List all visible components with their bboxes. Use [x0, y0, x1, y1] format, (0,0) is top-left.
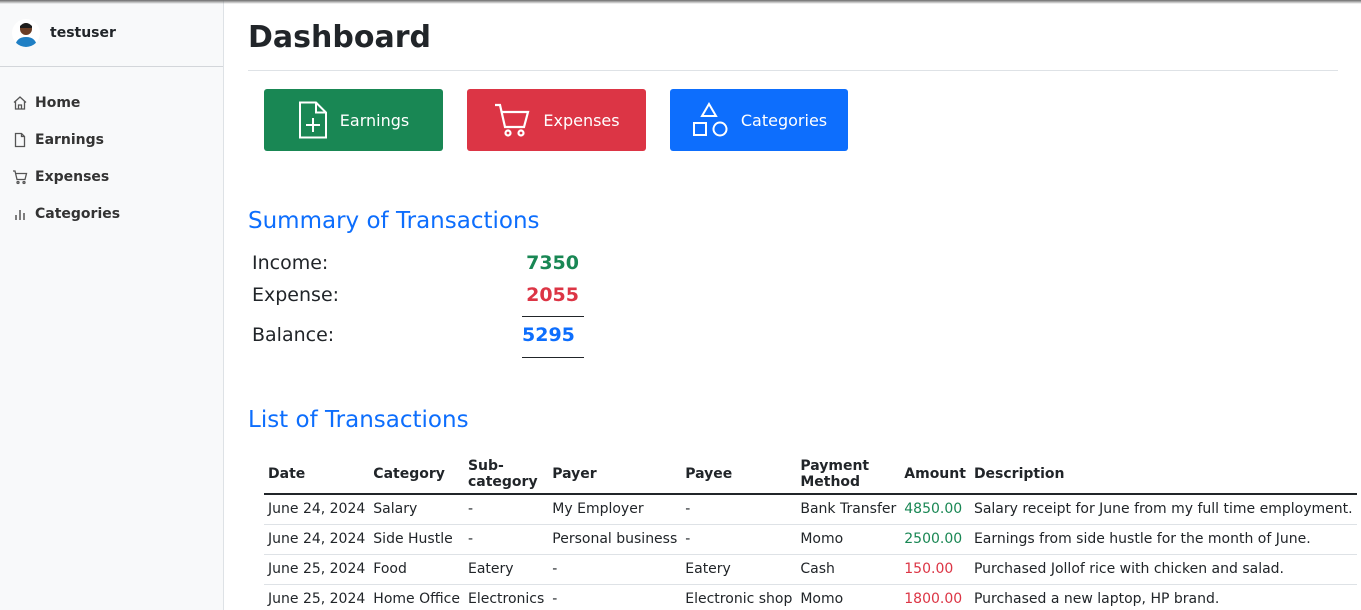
home-icon: [13, 95, 27, 110]
table-row: June 24, 2024 Side Hustle - Personal bus…: [264, 524, 1357, 555]
expense-value: 2055: [526, 284, 579, 306]
cell-payment-method: Momo: [796, 524, 901, 555]
cell-payer: -: [548, 584, 682, 610]
action-buttons: Earnings Expenses Categories: [264, 89, 872, 151]
cell-category: Food: [369, 554, 464, 585]
expense-label: Expense:: [252, 284, 340, 306]
table-row: June 25, 2024 Food Eatery - Eatery Cash …: [264, 554, 1357, 585]
cell-category: Home Office: [369, 584, 464, 610]
column-header: Category: [369, 455, 464, 495]
transactions-table: Date Category Sub-category Payer Payee P…: [264, 455, 1357, 610]
cell-payment-method: Momo: [796, 584, 901, 610]
sidebar-nav: Home Earnings Expenses Categories: [0, 67, 223, 232]
cell-amount: 1800.00: [900, 584, 970, 610]
earnings-button[interactable]: Earnings: [264, 89, 443, 151]
cell-payee: Electronic shop: [681, 584, 797, 610]
cell-payment-method: Cash: [796, 554, 901, 585]
cart-icon: [13, 169, 28, 184]
summary-underline: [522, 357, 584, 358]
cell-subcategory: -: [463, 524, 549, 555]
sidebar-item-expenses[interactable]: Expenses: [0, 158, 223, 195]
cell-description: Purchased Jollof rice with chicken and s…: [969, 554, 1357, 585]
categories-button[interactable]: Categories: [670, 89, 848, 151]
balance-value: 5295: [522, 324, 575, 346]
cell-payer: -: [548, 554, 682, 585]
window-top-shadow: [0, 0, 1361, 4]
cell-payee: -: [681, 524, 797, 555]
file-icon: [14, 132, 26, 147]
cell-date: June 25, 2024: [264, 554, 370, 585]
transactions-title: List of Transactions: [248, 407, 469, 433]
cell-description: Purchased a new laptop, HP brand.: [969, 584, 1357, 610]
cell-payee: Eatery: [681, 554, 797, 585]
sidebar-item-label: Earnings: [35, 131, 105, 148]
user-profile[interactable]: testuser: [0, 0, 223, 67]
column-header: Payer: [548, 455, 682, 495]
cell-amount: 4850.00: [900, 494, 970, 525]
cell-description: Earnings from side hustle for the month …: [969, 524, 1357, 555]
main-content: Dashboard Earnings Expenses Categories S…: [248, 0, 1357, 610]
cell-subcategory: -: [463, 494, 549, 525]
column-header: Amount: [900, 455, 970, 495]
column-header: Payee: [681, 455, 797, 495]
summary-title: Summary of Transactions: [248, 208, 540, 234]
bar-chart-icon: [15, 209, 25, 220]
table-row: June 25, 2024 Home Office Electronics - …: [264, 584, 1357, 610]
column-header: Description: [969, 455, 1357, 495]
sidebar-item-label: Expenses: [35, 168, 110, 185]
summary-divider: [522, 316, 584, 317]
sidebar-item-earnings[interactable]: Earnings: [0, 121, 223, 158]
cell-category: Side Hustle: [369, 524, 464, 555]
cell-date: June 25, 2024: [264, 584, 370, 610]
cart-icon: [495, 103, 530, 137]
cell-subcategory: Eatery: [463, 554, 549, 585]
column-header: Date: [264, 455, 370, 495]
income-label: Income:: [252, 252, 329, 274]
expenses-button[interactable]: Expenses: [467, 89, 646, 151]
sidebar-item-home[interactable]: Home: [0, 84, 223, 121]
earnings-button-label: Earnings: [339, 110, 410, 130]
column-header: Sub-category: [463, 455, 549, 495]
cell-payer: Personal business: [548, 524, 682, 555]
cell-payment-method: Bank Transfer: [796, 494, 901, 525]
sidebar: testuser Home Earnings Expenses Categori…: [0, 0, 224, 610]
column-header: Payment Method: [796, 455, 901, 495]
table-row: June 24, 2024 Salary - My Employer - Ban…: [264, 494, 1357, 525]
sidebar-item-label: Categories: [35, 205, 121, 222]
cell-amount: 150.00: [900, 554, 970, 585]
income-value: 7350: [526, 252, 579, 274]
cell-category: Salary: [369, 494, 464, 525]
username: testuser: [50, 25, 116, 41]
file-plus-icon: [298, 101, 327, 139]
categories-button-label: Categories: [740, 110, 828, 130]
sidebar-item-label: Home: [35, 94, 81, 111]
shapes-icon: [692, 102, 728, 137]
cell-payee: -: [681, 494, 797, 525]
expenses-button-label: Expenses: [543, 110, 620, 130]
cell-subcategory: Electronics: [463, 584, 549, 610]
cell-payer: My Employer: [548, 494, 682, 525]
sidebar-item-categories[interactable]: Categories: [0, 195, 223, 232]
cell-date: June 24, 2024: [264, 494, 370, 525]
cell-amount: 2500.00: [900, 524, 970, 555]
cell-date: June 24, 2024: [264, 524, 370, 555]
balance-label: Balance:: [252, 324, 335, 346]
table-header-row: Date Category Sub-category Payer Payee P…: [264, 455, 1357, 495]
cell-description: Salary receipt for June from my full tim…: [969, 494, 1357, 525]
page-title: Dashboard: [248, 20, 1338, 71]
avatar: [12, 19, 40, 47]
